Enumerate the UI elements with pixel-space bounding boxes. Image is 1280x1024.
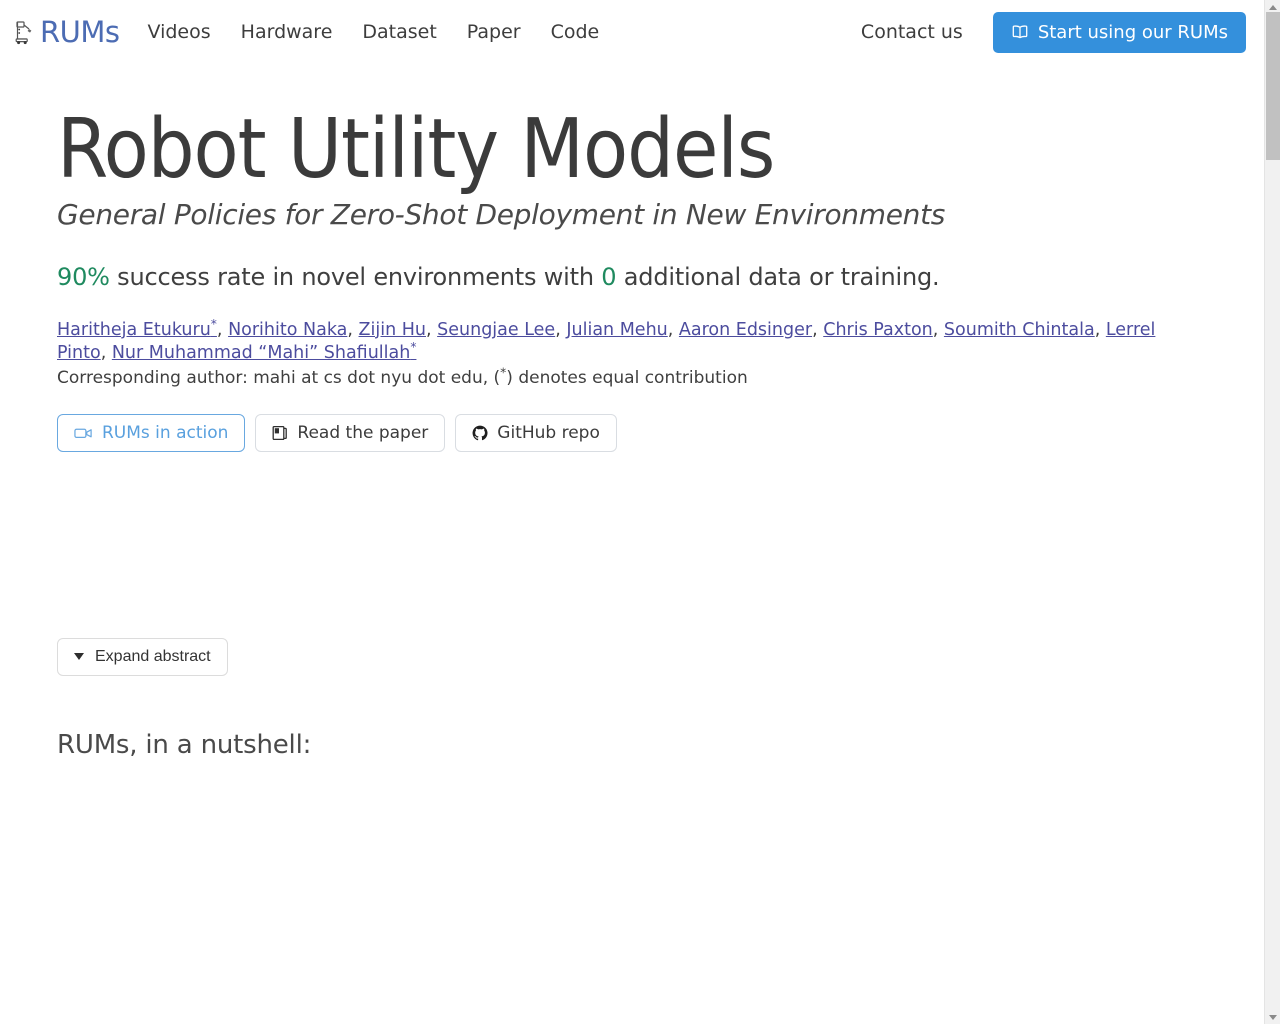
corresponding-author-note: Corresponding author: mahi at cs dot nyu… <box>57 366 1224 388</box>
nav-link-videos[interactable]: Videos <box>148 21 211 43</box>
brand-label: RUMs <box>40 14 120 49</box>
page-root: RUMs Videos Hardware Dataset Paper Code … <box>0 0 1280 1024</box>
tagline: 90% success rate in novel environments w… <box>57 263 1224 291</box>
start-using-our-rums-button[interactable]: Start using our RUMs <box>992 11 1246 53</box>
link-button-row: RUMs in action Read the paper GitHub rep… <box>57 413 1224 452</box>
scrollbar-thumb[interactable] <box>1266 12 1280 160</box>
stat-success-rate: 90% <box>57 262 110 291</box>
stat-additional-data: 0 <box>601 262 617 291</box>
expand-abstract-button[interactable]: Expand abstract <box>57 637 228 676</box>
github-repo-button[interactable]: GitHub repo <box>455 413 617 452</box>
video-camera-icon <box>74 426 93 440</box>
author-separator: , <box>100 343 112 364</box>
rums-in-action-label: RUMs in action <box>102 422 229 443</box>
author-separator: , <box>1094 319 1106 340</box>
author-separator: , <box>347 319 359 340</box>
corresponding-prefix: Corresponding author: mahi at cs dot nyu… <box>57 367 501 388</box>
rums-in-action-button[interactable]: RUMs in action <box>57 413 246 452</box>
main-content: Robot Utility Models General Policies fo… <box>0 64 1264 760</box>
top-navbar: RUMs Videos Hardware Dataset Paper Code … <box>0 0 1264 64</box>
author-link[interactable]: Norihito Naka <box>228 320 347 340</box>
github-icon <box>472 425 488 441</box>
author-separator: , <box>426 319 438 340</box>
read-the-paper-button[interactable]: Read the paper <box>255 413 446 452</box>
author-separator: , <box>555 319 567 340</box>
github-repo-label: GitHub repo <box>497 422 600 443</box>
page-title: Robot Utility Models <box>57 102 775 197</box>
vertical-scrollbar[interactable] <box>1264 0 1280 1024</box>
nav-link-code[interactable]: Code <box>551 21 600 43</box>
author-link[interactable]: Aaron Edsinger <box>679 320 812 340</box>
cta-label: Start using our RUMs <box>1037 21 1228 43</box>
video-embed-placeholder <box>57 452 1224 638</box>
author-separator: , <box>216 319 229 340</box>
author-link[interactable]: Chris Paxton <box>823 320 933 340</box>
author-separator: , <box>812 319 824 340</box>
robot-icon <box>14 19 36 45</box>
book-open-icon <box>1011 24 1029 40</box>
expand-abstract-label: Expand abstract <box>95 647 211 665</box>
nutshell-heading: RUMs, in a nutshell: <box>57 729 312 760</box>
nav-link-hardware[interactable]: Hardware <box>241 21 333 43</box>
nav-links: Videos Hardware Dataset Paper Code <box>148 21 600 43</box>
author-link[interactable]: Zijin Hu <box>359 320 426 340</box>
author-separator: , <box>667 319 679 340</box>
author-link[interactable]: Seungjae Lee <box>437 320 555 340</box>
read-the-paper-label: Read the paper <box>297 422 429 443</box>
author-list: Haritheja Etukuru*, Norihito Naka, Zijin… <box>57 318 1177 366</box>
author-separator: , <box>932 319 944 340</box>
nav-link-dataset[interactable]: Dataset <box>362 21 436 43</box>
nav-link-paper[interactable]: Paper <box>467 21 521 43</box>
journal-icon <box>272 425 288 441</box>
author-link[interactable]: Nur Muhammad “Mahi” Shafiullah* <box>112 340 417 363</box>
brand-logo-link[interactable]: RUMs <box>14 14 120 49</box>
author-link[interactable]: Haritheja Etukuru* <box>57 318 217 340</box>
corresponding-suffix: ) denotes equal contribution <box>506 367 748 388</box>
scroll-down-arrow-icon[interactable] <box>1265 1010 1280 1024</box>
tagline-middle: success rate in novel environments with <box>109 262 602 291</box>
author-equal-contribution-star: * <box>410 340 417 355</box>
page-subtitle: General Policies for Zero-Shot Deploymen… <box>57 197 946 231</box>
author-link[interactable]: Julian Mehu <box>566 320 667 340</box>
nav-link-contact-us[interactable]: Contact us <box>861 21 963 43</box>
tagline-end: additional data or training. <box>616 262 940 291</box>
caret-down-icon <box>74 653 84 660</box>
author-link[interactable]: Soumith Chintala <box>944 320 1095 340</box>
nav-right-group: Contact us Start using our RUMs <box>861 11 1246 53</box>
